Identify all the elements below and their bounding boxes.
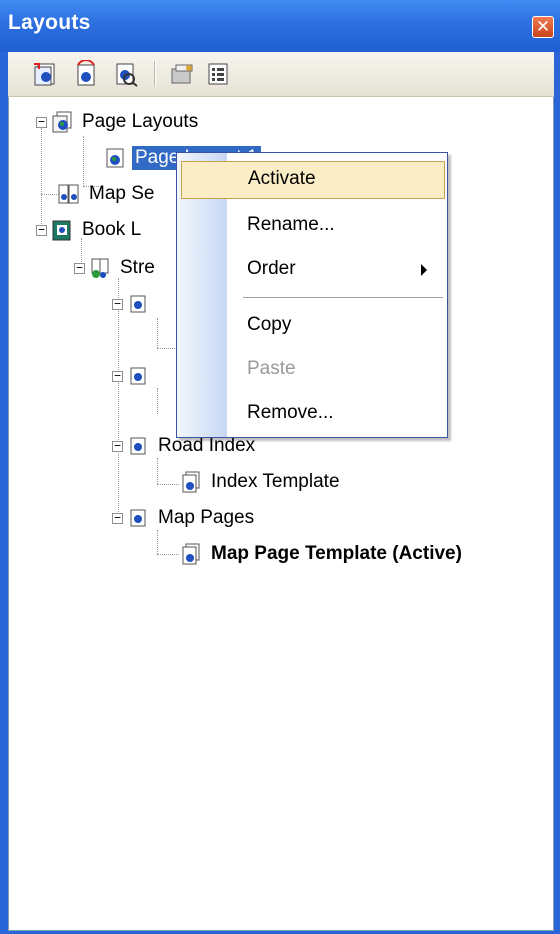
menu-item-activate[interactable]: Activate [181,161,445,199]
tree-node-page-layouts[interactable]: − Page Layouts [36,108,201,136]
tree-connector [157,530,158,554]
tree-connector [41,194,59,195]
tree-node-label: Book L [82,219,142,240]
section-icon [130,437,146,455]
properties-icon[interactable] [168,60,196,88]
tree-node-label: Index Template [211,471,340,492]
menu-item-label: Activate [248,168,316,189]
street-book-icon [91,258,109,278]
tree-connector [157,388,158,414]
book-icon [52,220,71,241]
tree-node-section-2[interactable]: − [112,362,155,390]
new-book-icon[interactable] [112,60,140,88]
options-icon[interactable] [204,60,232,88]
submenu-arrow-icon [421,264,427,276]
template-icon [182,471,200,493]
menu-item-paste: Paste [181,351,445,389]
title-bar[interactable]: Layouts ✕ [0,0,560,52]
tree-node-label: Stre [120,257,155,278]
section-icon [130,367,146,385]
window-title: Layouts [8,11,91,34]
window-frame-left [0,52,8,934]
menu-item-label: Rename... [247,214,335,235]
template-icon [182,543,200,565]
toolbar [8,52,554,97]
tree-node-map-series[interactable]: Map Se [58,180,157,208]
tree-node-index-template[interactable]: Index Template [180,468,343,496]
window-frame-right [554,52,560,934]
tree-node-map-pages[interactable]: − Map Pages [112,504,257,532]
tree-node-label-active: Map Page Template (Active) [211,543,462,564]
menu-item-copy[interactable]: Copy [181,307,445,345]
context-menu: Activate Rename... Order Copy Paste Remo… [176,152,448,438]
page-layout-icon [106,148,124,168]
collapse-toggle[interactable]: − [74,262,85,274]
menu-item-label: Copy [247,314,292,335]
tree-node-street[interactable]: − Stre [74,254,158,282]
section-icon [130,295,146,313]
menu-item-label: Order [247,258,296,279]
tree-connector [157,458,158,484]
map-series-icon [58,184,79,204]
menu-item-remove[interactable]: Remove... [181,395,445,433]
tree-connector [157,318,158,348]
menu-item-label: Remove... [247,402,334,423]
tree-node-section-1[interactable]: − [112,290,155,318]
collapse-toggle[interactable]: − [36,116,47,128]
tree-connector [157,554,179,555]
section-icon [130,509,146,527]
tree-node-label: Page Layouts [82,111,199,132]
collapse-toggle[interactable]: − [36,224,47,236]
menu-separator [243,297,443,298]
tree-connector [41,128,42,228]
tree-node-label: Map Pages [158,507,255,528]
collapse-toggle[interactable]: − [112,370,123,382]
tree-connector [157,484,179,485]
menu-item-order[interactable]: Order [181,251,445,289]
new-map-series-icon[interactable] [72,59,100,88]
page-layouts-folder-icon [52,111,72,133]
collapse-toggle[interactable]: − [112,298,123,310]
tree-node-book[interactable]: − Book L [36,216,144,244]
menu-item-rename[interactable]: Rename... [181,207,445,245]
tree-connector [83,136,84,186]
menu-item-label: Paste [247,358,296,379]
close-button[interactable]: ✕ [532,16,554,38]
collapse-toggle[interactable]: − [112,440,123,452]
tree-node-map-page-template[interactable]: Map Page Template (Active) [180,540,465,568]
close-icon: ✕ [535,17,551,36]
new-page-layout-icon[interactable] [32,60,60,88]
tree-node-label: Map Se [89,183,155,204]
toolbar-separator [154,61,156,87]
collapse-toggle[interactable]: − [112,512,123,524]
